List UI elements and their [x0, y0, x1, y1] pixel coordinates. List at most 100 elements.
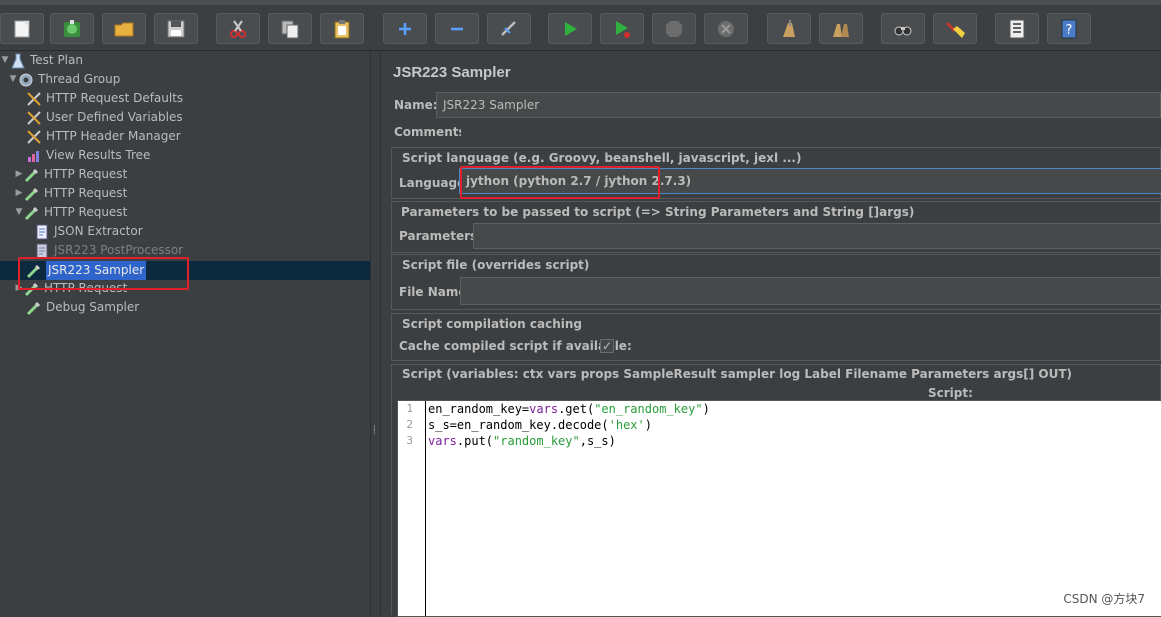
stop-button[interactable] — [652, 13, 696, 44]
chart-icon — [26, 148, 42, 164]
cache-checkbox[interactable]: ✓ — [600, 339, 614, 353]
script-file-group: Script file (overrides script) File Name… — [391, 254, 1161, 310]
paste-button[interactable] — [320, 13, 364, 44]
shutdown-button[interactable] — [704, 13, 748, 44]
expand-arrow-icon[interactable]: ▶ — [14, 165, 24, 184]
search-icon — [894, 26, 912, 35]
tree-node-label: Debug Sampler — [46, 300, 140, 314]
code-line: en_random_key=vars.get("en_random_key") — [428, 401, 710, 417]
annotation-highlight-box — [18, 257, 189, 290]
clear-button[interactable] — [767, 13, 811, 44]
tree-node-http-request-1[interactable]: ▶ HTTP Request — [14, 165, 127, 184]
clear-all-button[interactable] — [819, 13, 863, 44]
split-pane-divider[interactable]: ⁞ ⁞ — [370, 51, 381, 615]
stop-icon — [666, 20, 682, 37]
shutdown-icon — [718, 20, 734, 37]
tree-node-label: View Results Tree — [46, 148, 151, 162]
collapse-arrow-icon[interactable]: ▼ — [14, 203, 24, 222]
open-icon — [114, 22, 134, 36]
group-title: Parameters to be passed to script (=> St… — [401, 205, 915, 219]
tree-node-user-defined-variables[interactable]: User Defined Variables — [26, 108, 183, 127]
gear-icon — [18, 72, 34, 88]
code-line: vars.put("random_key",s_s) — [428, 433, 710, 449]
start-button[interactable] — [548, 13, 592, 44]
new-button[interactable] — [0, 13, 44, 44]
open-button[interactable] — [102, 13, 146, 44]
line-number-gutter: 1 2 3 — [398, 401, 426, 616]
collapse-arrow-icon[interactable]: ▼ — [8, 70, 18, 89]
tree-node-label: User Defined Variables — [46, 110, 183, 124]
code-area[interactable]: en_random_key=vars.get("en_random_key") s… — [428, 401, 710, 449]
tree-node-http-request-3[interactable]: ▼ HTTP Request — [14, 203, 127, 222]
function-helper-button[interactable] — [995, 13, 1039, 44]
compilation-caching-group: Script compilation caching Cache compile… — [391, 313, 1161, 361]
watermark: CSDN @方块7 — [1063, 592, 1145, 606]
tree-node-label: HTTP Request — [44, 205, 128, 219]
expand-arrow-icon[interactable]: ▶ — [14, 184, 24, 203]
pipette-icon — [26, 300, 42, 316]
start-icon — [565, 21, 577, 36]
code-token: vars — [428, 434, 457, 448]
line-number: 1 — [406, 402, 413, 415]
toggle-button[interactable] — [487, 13, 531, 44]
parameters-field[interactable] — [473, 223, 1161, 249]
cut-button[interactable] — [216, 13, 260, 44]
help-button[interactable]: ? — [1047, 13, 1091, 44]
tree-node-json-extractor[interactable]: JSON Extractor — [34, 222, 143, 241]
tree-node-test-plan[interactable]: ▼ Test Plan — [0, 51, 83, 70]
svg-text:?: ? — [1066, 23, 1073, 38]
tree-node-label: HTTP Request Defaults — [46, 91, 184, 105]
tree-node-http-request-2[interactable]: ▶ HTTP Request — [14, 184, 127, 203]
comments-field[interactable] — [461, 120, 1161, 144]
config-tool-icon — [26, 110, 42, 126]
pipette-icon — [24, 186, 40, 202]
tree-node-http-request-defaults[interactable]: HTTP Request Defaults — [26, 89, 183, 108]
file-name-field[interactable] — [460, 277, 1161, 305]
start-no-pauses-button[interactable] — [600, 13, 644, 44]
annotation-highlight-box — [460, 166, 660, 199]
code-token: s_s=en_random_key.decode( — [428, 418, 609, 432]
save-button[interactable] — [154, 13, 198, 44]
drag-handle-icon[interactable]: ⁞ ⁞ — [373, 425, 376, 437]
code-token: .get( — [558, 402, 595, 416]
search-button[interactable] — [881, 13, 925, 44]
tree-node-label: HTTP Request — [44, 167, 128, 181]
cut-icon — [230, 19, 246, 38]
copy-button[interactable] — [268, 13, 312, 44]
expand-icon — [399, 22, 411, 35]
tree-node-http-header-manager[interactable]: HTTP Header Manager — [26, 127, 181, 146]
tree-node-debug-sampler[interactable]: Debug Sampler — [26, 298, 139, 317]
group-title: Script file (overrides script) — [402, 258, 590, 272]
code-token: ) — [644, 418, 652, 432]
tree-node-label: HTTP Request — [44, 186, 128, 200]
toolbar: ? — [0, 0, 1161, 51]
name-field[interactable]: JSR223 Sampler — [436, 92, 1161, 118]
templates-button[interactable] — [50, 13, 94, 44]
tree-node-label: JSON Extractor — [54, 224, 143, 238]
cache-label: Cache compiled script if available: — [399, 339, 632, 353]
save-icon — [167, 20, 185, 37]
collapse-icon — [451, 27, 463, 30]
line-number: 2 — [406, 418, 413, 431]
reset-search-button[interactable] — [933, 13, 977, 44]
tree-node-thread-group[interactable]: ▼ Thread Group — [8, 70, 120, 89]
toggle-icon — [501, 20, 516, 36]
collapse-all-button[interactable] — [435, 13, 479, 44]
tree-node-label: HTTP Header Manager — [46, 129, 181, 143]
tree-node-label: Test Plan — [30, 53, 83, 67]
code-token: en_random_key= — [428, 402, 530, 416]
code-token: ,s_s) — [579, 434, 616, 448]
function-helper-icon — [1009, 19, 1025, 38]
expand-all-button[interactable] — [383, 13, 427, 44]
pipette-icon — [24, 205, 40, 221]
clear-all-icon — [833, 23, 849, 37]
test-plan-tree[interactable]: ▼ Test Plan ▼ Thread Group HTTP Request … — [0, 51, 370, 615]
script-editor[interactable]: 123 en_random_key=vars.get("en_random_ke… — [397, 400, 1161, 617]
paste-icon — [334, 19, 350, 38]
templates-icon — [64, 19, 80, 37]
code-line: s_s=en_random_key.decode('hex') — [428, 417, 710, 433]
config-tool-icon — [26, 129, 42, 145]
tree-node-view-results-tree[interactable]: View Results Tree — [26, 146, 150, 165]
collapse-arrow-icon[interactable]: ▼ — [0, 51, 10, 70]
page-title: JSR223 Sampler — [393, 64, 511, 81]
